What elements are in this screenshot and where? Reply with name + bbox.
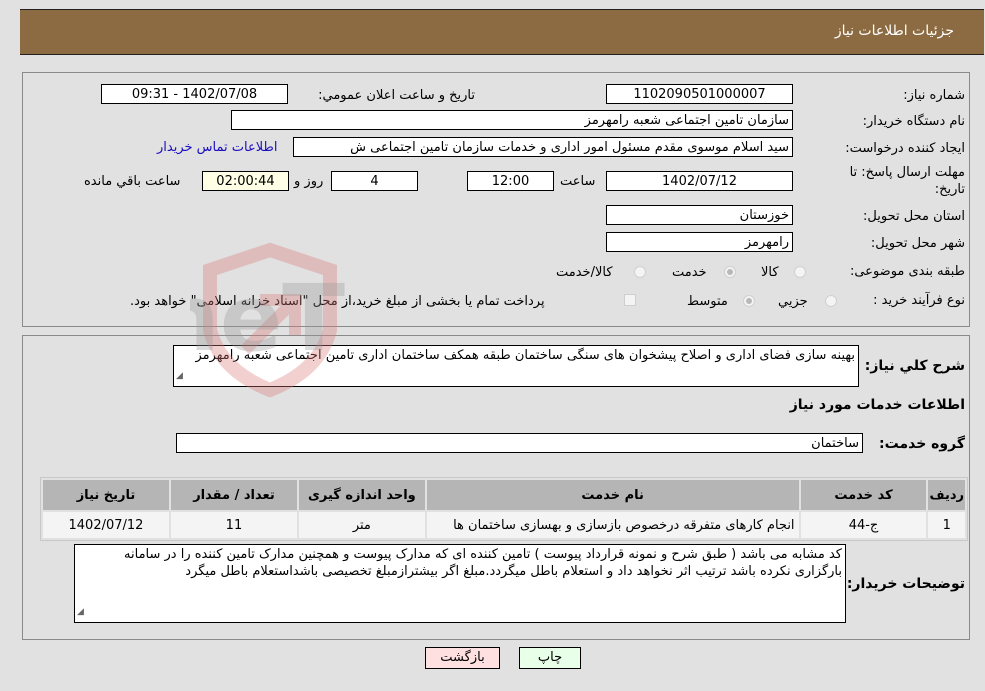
col-header-service-code: کد خدمت [800, 480, 927, 510]
general-description-field[interactable]: بهينه سازی فضای اداری و اصلاح پيشخوان ها… [173, 345, 859, 387]
days-label: روز و [294, 174, 324, 189]
cell-unit: متر [298, 512, 425, 538]
table-header-row: رديف کد خدمت نام خدمت واحد اندازه گيری ت… [43, 480, 965, 510]
cell-row-number: 1 [928, 512, 965, 538]
treasury-payment-checkbox[interactable] [624, 294, 636, 306]
col-header-need-date: تاريخ نياز [43, 480, 169, 510]
cell-need-date: 1402/07/12 [43, 512, 169, 538]
services-section-title: اطلاعات خدمات مورد نياز [789, 397, 965, 413]
col-header-row-number: رديف [928, 480, 965, 510]
category-radio-goods[interactable] [794, 266, 806, 278]
remaining-time-field[interactable]: 02:00:44 [202, 171, 289, 191]
service-group-field[interactable]: ساختمان [176, 433, 863, 453]
need-number-label: شماره نیاز: [903, 88, 965, 103]
requester-label: ايجاد کننده درخواست: [845, 141, 965, 156]
category-label: طبقه بندی موضوعی: [849, 264, 965, 279]
province-label: استان محل تحويل: [863, 209, 965, 224]
buyer-notes-label: توضيحات خريدار: [846, 576, 965, 592]
back-button[interactable]: بازگشت [425, 647, 500, 669]
requester-field[interactable]: سید اسلام موسوی مقدم مسئول امور اداری و … [293, 137, 793, 157]
province-field[interactable]: خوزستان [606, 205, 793, 225]
buyer-org-field[interactable]: سازمان تامين اجتماعی شعبه رامهرمز [231, 110, 793, 130]
remaining-time-label: ساعت باقي مانده [84, 174, 181, 189]
announce-datetime-label: تاریخ و ساعت اعلان عمومي: [318, 88, 475, 103]
category-radio-goods-service[interactable] [634, 266, 646, 278]
process-option-medium: متوسط [687, 294, 728, 309]
cell-service-code: ج-44 [800, 512, 927, 538]
buyer-org-label: نام دستگاه خريدار: [862, 114, 965, 129]
col-header-service-name: نام خدمت [426, 480, 799, 510]
need-number-field[interactable]: 1102090501000007 [606, 84, 793, 104]
service-group-label: گروه خدمت: [879, 436, 965, 452]
services-table: رديف کد خدمت نام خدمت واحد اندازه گيری ت… [40, 477, 968, 541]
treasury-payment-note: پرداخت تمام يا بخشی از مبلغ خريد،از محل … [130, 294, 545, 309]
announce-datetime-field[interactable]: 1402/07/08 - 09:31 [101, 84, 288, 104]
process-option-minor: جزيي [778, 294, 808, 309]
category-option-goods: کالا [761, 265, 779, 280]
cell-service-name: انجام کارهای متفرقه درخصوص بازسازی و بهس… [426, 512, 799, 538]
general-description-label: شرح کلي نياز: [864, 358, 965, 374]
deadline-label-date: تاريخ: [934, 182, 965, 197]
deadline-time-label: ساعت [560, 174, 596, 189]
col-header-quantity: تعداد / مقدار [170, 480, 297, 510]
category-option-service: خدمت [672, 265, 707, 280]
buyer-contact-link[interactable]: اطلاعات تماس خريدار [157, 140, 277, 155]
city-label: شهر محل تحويل: [870, 236, 965, 251]
resize-handle-icon[interactable]: ◢ [176, 368, 183, 385]
process-radio-medium[interactable] [743, 295, 755, 307]
purchase-process-label: نوع فرآيند خريد : [873, 293, 965, 308]
deadline-date-field[interactable]: 1402/07/12 [606, 171, 793, 191]
deadline-label: مهلت ارسال پاسخ: تا [849, 165, 965, 180]
page-title: جزئیات اطلاعات نیاز [834, 23, 954, 39]
general-description-text: بهينه سازی فضای اداری و اصلاح پيشخوان ها… [195, 348, 855, 363]
buyer-notes-field[interactable]: کد مشابه می باشد ( طبق شرح و نمونه قرارد… [74, 544, 846, 623]
deadline-time-field[interactable]: 12:00 [467, 171, 554, 191]
resize-handle-icon[interactable]: ◢ [77, 604, 84, 621]
col-header-unit: واحد اندازه گيری [298, 480, 425, 510]
table-row: 1 ج-44 انجام کارهای متفرقه درخصوص بازساز… [43, 512, 965, 538]
process-radio-minor[interactable] [825, 295, 837, 307]
page-header: جزئیات اطلاعات نیاز [20, 9, 984, 55]
cell-quantity: 11 [170, 512, 297, 538]
remaining-days-field[interactable]: 4 [331, 171, 418, 191]
category-option-goods-service: کالا/خدمت [556, 265, 613, 280]
category-radio-service[interactable] [724, 266, 736, 278]
city-field[interactable]: رامهرمز [606, 232, 793, 252]
print-button[interactable]: چاپ [519, 647, 581, 669]
buyer-notes-text: کد مشابه می باشد ( طبق شرح و نمونه قرارد… [124, 547, 842, 579]
